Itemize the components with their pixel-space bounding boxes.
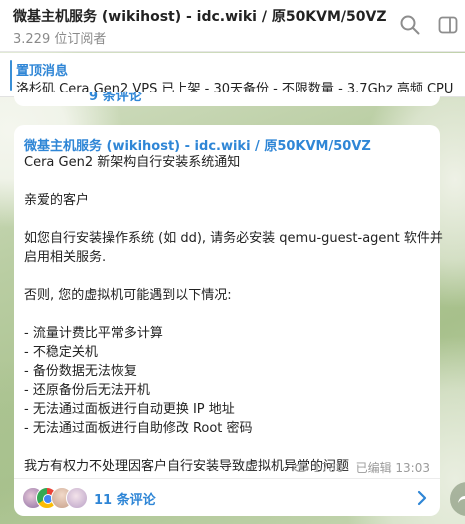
previous-message-comments[interactable]: 9 条评论 [14,92,440,106]
post-line [24,305,430,324]
comments-label[interactable]: 11 条评论 [94,489,156,508]
post-line [24,210,430,229]
sidebar-toggle-icon[interactable] [437,14,459,36]
post-line: - 不稳定关机 [24,345,98,360]
subscriber-count: 3.229 位订阅者 [13,32,107,47]
pinned-indicator [10,60,12,91]
post-line: 亲爱的客户 [24,193,90,208]
post-line: 启用相关服务. [24,250,107,265]
search-icon[interactable] [399,14,421,36]
post-line: 如您自行安装操作系统 (如 dd), 请务必安装 qemu-guest-agen… [24,231,443,246]
forward-icon [458,493,465,503]
post-meta: 1786 已编辑 13:03 [293,459,430,476]
post-line [24,267,430,286]
avatar [66,487,88,509]
post-line: 否则, 您的虚拟机可能遇到以下情况: [24,288,232,303]
eye-icon [293,463,309,472]
post-body: Cera Gen2 新架构自行安装系统通知 亲爱的客户 如您自行安装操作系统 (… [24,153,443,476]
chevron-right-icon[interactable] [416,490,428,506]
comments-button[interactable]: 11 条评论 [14,479,440,516]
pinned-message-bar[interactable]: 置顶消息 洛杉矶 Cera Gen2 VPS 已上架 - 30天备份 - 不限数… [0,53,465,97]
post-line: - 还原备份后无法开机 [24,383,150,398]
pinned-label: 置顶消息 [16,64,69,79]
post-line [24,438,430,457]
post-line: - 流量计费比平常多计算 [24,326,163,341]
edited-timestamp: 已编辑 13:03 [355,461,430,475]
post-author[interactable]: 微基主机服务 (wikihost) - idc.wiki / 原50KVM/50… [24,135,371,154]
channel-header[interactable]: 微基主机服务 (wikihost) - idc.wiki / 原50KVM/50… [0,0,465,52]
post-line: - 无法通过面板进行自助修改 Root 密码 [24,421,253,436]
channel-post[interactable]: 微基主机服务 (wikihost) - idc.wiki / 原50KVM/50… [14,125,443,516]
post-line: - 无法通过面板进行自动更换 IP 地址 [24,402,235,417]
post-line [24,172,430,191]
post-line: Cera Gen2 新架构自行安装系统通知 [24,155,241,170]
view-count: 1786 [313,460,344,475]
channel-title[interactable]: 微基主机服务 (wikihost) - idc.wiki / 原50KVM/50… [13,6,387,26]
post-line: - 备份数据无法恢复 [24,364,137,379]
previous-comments-label[interactable]: 9 条评论 [89,92,142,104]
